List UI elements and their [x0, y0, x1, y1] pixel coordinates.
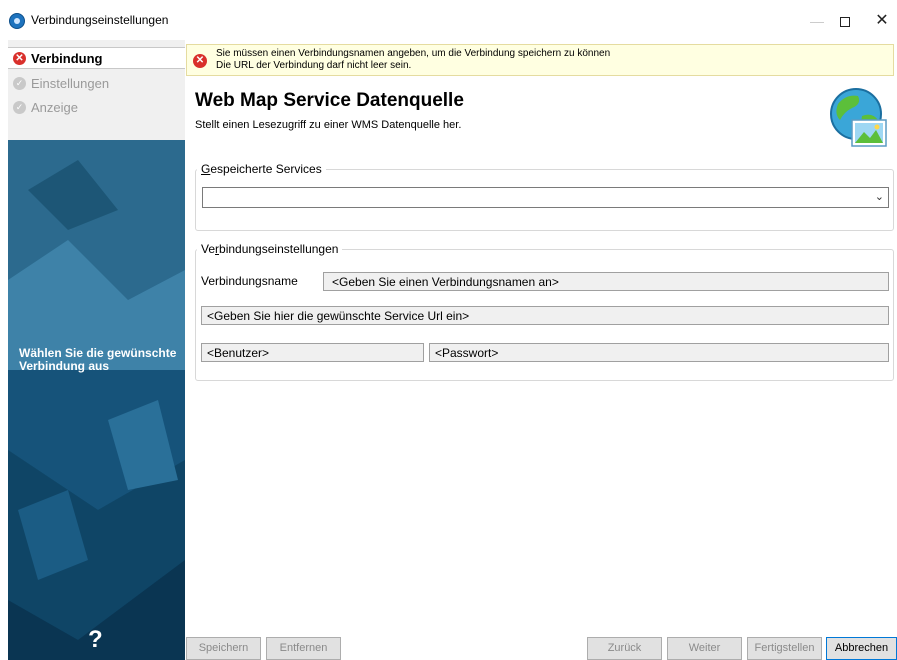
accelerator-key: G	[201, 162, 211, 176]
check-icon: ✓	[13, 77, 26, 90]
step-einstellungen[interactable]: ✓ Einstellungen	[8, 73, 185, 95]
app-icon	[9, 13, 25, 29]
window-title: Verbindungseinstellungen	[31, 13, 169, 27]
service-url-input[interactable]: <Geben Sie hier die gewünschte Service U…	[201, 306, 889, 325]
back-button[interactable]: Zurück	[587, 637, 662, 660]
step-verbindung[interactable]: ✕ Verbindung	[8, 47, 185, 69]
step-hint: Wählen Sie die gewünschte Verbindung aus	[19, 346, 177, 373]
wizard-side-panel: ✕ Verbindung ✓ Einstellungen ✓ Anzeige W…	[8, 40, 185, 660]
next-button[interactable]: Weiter	[667, 637, 742, 660]
page-subtitle: Stellt einen Lesezugriff zu einer WMS Da…	[195, 119, 462, 131]
step-label: Anzeige	[31, 100, 78, 115]
minimize-button[interactable]: —	[802, 8, 832, 34]
error-message: Die URL der Verbindung darf nicht leer s…	[216, 60, 412, 71]
validation-banner: ✕ Sie müssen einen Verbindungsnamen ange…	[186, 44, 894, 76]
globe-image-icon	[830, 88, 887, 147]
legend-text: Ve	[201, 242, 216, 256]
username-input[interactable]: <Benutzer>	[201, 343, 424, 362]
wizard-steps: ✕ Verbindung ✓ Einstellungen ✓ Anzeige	[8, 40, 185, 140]
chevron-down-icon: ⌄	[874, 191, 884, 203]
saved-services-legend: Gespeicherte Services	[197, 162, 326, 176]
connection-name-input[interactable]: <Geben Sie einen Verbindungsnamen an>	[323, 272, 889, 291]
error-icon: ✕	[193, 54, 207, 68]
connection-name-label: Verbindungsname	[201, 274, 298, 288]
legend-text: bindungseinstellungen	[219, 242, 339, 256]
legend-text: espeicherte Services	[210, 162, 322, 176]
error-message: Sie müssen einen Verbindungsnamen angebe…	[216, 48, 611, 59]
maximize-icon	[840, 17, 850, 28]
page-title: Web Map Service Datenquelle	[195, 90, 464, 111]
remove-button[interactable]: Entfernen	[266, 637, 341, 660]
title-bar: Verbindungseinstellungen — ✕	[0, 0, 897, 40]
save-button[interactable]: Speichern	[186, 637, 261, 660]
finish-button[interactable]: Fertigstellen	[747, 637, 822, 660]
maximize-button[interactable]	[830, 8, 860, 34]
password-input[interactable]: <Passwort>	[429, 343, 889, 362]
saved-services-dropdown[interactable]: ⌄	[202, 187, 889, 208]
check-icon: ✓	[13, 101, 26, 114]
step-anzeige[interactable]: ✓ Anzeige	[8, 97, 185, 119]
close-button[interactable]: ✕	[867, 8, 897, 34]
step-label: Verbindung	[31, 51, 103, 66]
connection-settings-legend: Verbindungseinstellungen	[197, 242, 343, 256]
step-label: Einstellungen	[31, 76, 110, 91]
help-icon[interactable]: ?	[88, 626, 103, 654]
error-icon: ✕	[13, 52, 26, 65]
cancel-button[interactable]: Abbrechen	[826, 637, 897, 660]
